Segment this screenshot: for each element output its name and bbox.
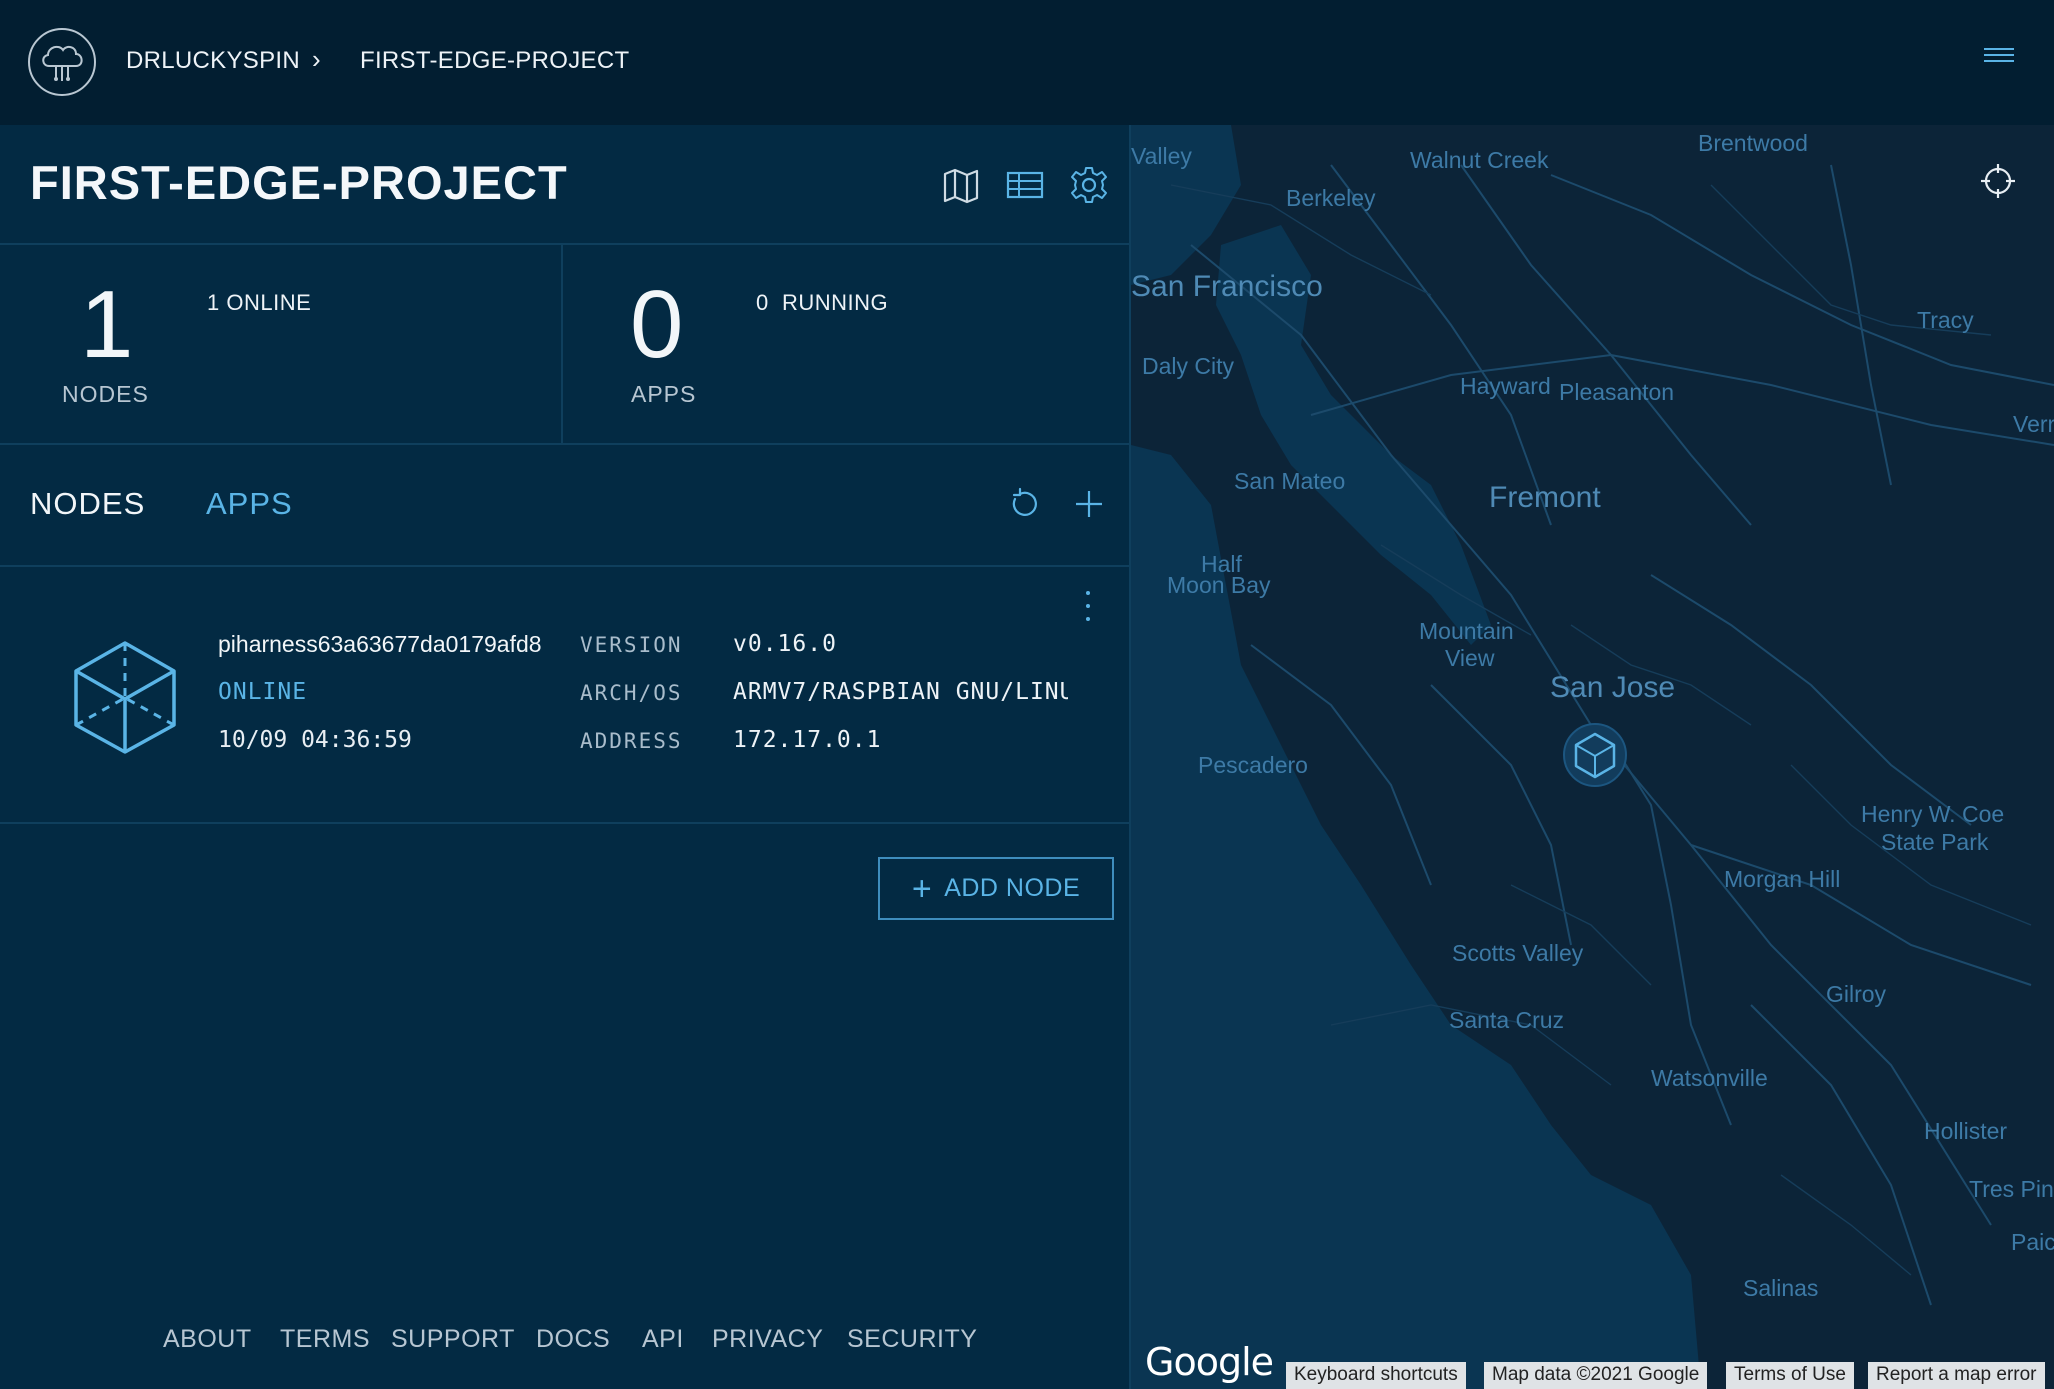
map-label: Verr	[2013, 411, 2054, 437]
address-value: 172.17.0.1	[733, 727, 882, 753]
node-name[interactable]: piharness63a63677da0179afd8	[218, 631, 548, 658]
breadcrumb-org[interactable]: DRLUCKYSPIN	[126, 47, 300, 75]
arch-value: ARMV7/RASPBIAN GNU/LINUX	[733, 679, 1068, 705]
add-node-label: ADD NODE	[944, 874, 1081, 902]
footer-link-terms[interactable]: TERMS	[280, 1325, 370, 1354]
footer-link-support[interactable]: SUPPORT	[391, 1325, 515, 1354]
more-options-icon[interactable]	[1080, 591, 1096, 621]
divider	[0, 443, 1130, 445]
arch-key: ARCH/OS	[580, 681, 683, 705]
map-label: Pleasanton	[1559, 379, 1675, 405]
top-bar: DRLUCKYSPIN › FIRST-EDGE-PROJECT	[0, 0, 2054, 125]
map-label: Gilroy	[1826, 981, 1887, 1007]
node-cube-icon	[70, 639, 180, 754]
divider	[0, 243, 1130, 245]
nodes-count: 1	[80, 271, 134, 378]
map-label: Scotts Valley	[1452, 940, 1584, 966]
map-label: Moon Bay	[1167, 572, 1271, 598]
map-label: Tracy	[1917, 307, 1974, 333]
address-key: ADDRESS	[580, 729, 683, 753]
map-label: Berkeley	[1286, 185, 1376, 211]
apps-count-label: APPS	[631, 381, 697, 407]
add-node-button[interactable]: + ADD NODE	[878, 857, 1114, 920]
map-label: View	[1445, 645, 1495, 671]
map-label: Valley	[1131, 143, 1192, 169]
tab-nodes[interactable]: NODES	[30, 486, 145, 522]
node-list-item[interactable]: piharness63a63677da0179afd8 ONLINE 10/09…	[0, 567, 1130, 822]
map-report-error-link[interactable]: Report a map error	[1868, 1362, 2045, 1389]
footer-link-privacy[interactable]: PRIVACY	[712, 1325, 823, 1354]
stat-divider	[561, 245, 563, 443]
footer-link-docs[interactable]: DOCS	[536, 1325, 610, 1354]
footer-link-security[interactable]: SECURITY	[847, 1325, 977, 1354]
map-label: San Francisco	[1131, 270, 1323, 303]
version-key: VERSION	[580, 633, 683, 657]
breadcrumb-project[interactable]: FIRST-EDGE-PROJECT	[360, 47, 629, 75]
locate-crosshair-icon[interactable]	[1980, 163, 2016, 199]
map-label: Tres Pin	[1969, 1176, 2054, 1202]
nodes-online-status: 1 ONLINE	[207, 290, 312, 315]
apps-running-status: 0 RUNNING	[756, 290, 889, 315]
map-view-icon[interactable]	[941, 165, 981, 205]
map-label: Fremont	[1489, 481, 1601, 514]
plus-icon: +	[911, 869, 933, 908]
map-label: Watsonville	[1651, 1065, 1768, 1091]
cloud-logo-icon[interactable]	[28, 28, 96, 96]
map-label: San Mateo	[1234, 468, 1346, 494]
map-label: Santa Cruz	[1449, 1007, 1565, 1033]
map-label: Henry W. Coe	[1861, 801, 2005, 827]
map-label: Hollister	[1924, 1118, 2008, 1144]
map-label: Mountain	[1419, 618, 1514, 644]
apps-count: 0	[630, 271, 684, 378]
hamburger-menu-icon[interactable]	[1984, 48, 2014, 64]
refresh-icon[interactable]	[1006, 486, 1042, 522]
map-node-marker-icon[interactable]	[1562, 722, 1628, 788]
divider	[0, 822, 1130, 824]
version-value: v0.16.0	[733, 631, 837, 657]
map-label: Hayward	[1460, 373, 1551, 399]
footer-link-api[interactable]: API	[642, 1325, 684, 1354]
table-view-icon[interactable]	[1005, 165, 1045, 205]
map-label: Morgan Hill	[1724, 866, 1841, 892]
tab-apps[interactable]: APPS	[206, 486, 293, 522]
map-label: Pescadero	[1198, 752, 1308, 778]
map-label: Walnut Creek	[1410, 147, 1549, 173]
map-label: Salinas	[1743, 1275, 1819, 1301]
nodes-count-label: NODES	[62, 381, 149, 407]
breadcrumb-chevron-icon: ›	[312, 44, 321, 74]
add-icon[interactable]	[1071, 486, 1107, 522]
map-label: San Jose	[1550, 671, 1676, 704]
map-label: Paic	[2011, 1229, 2054, 1255]
google-logo[interactable]: Google	[1145, 1340, 1274, 1384]
map-label: State Park	[1881, 829, 1989, 855]
map-label: Daly City	[1142, 353, 1235, 379]
node-status: ONLINE	[218, 679, 308, 705]
page-title: FIRST-EDGE-PROJECT	[30, 156, 568, 209]
map-label: Brentwood	[1698, 130, 1808, 156]
gear-icon[interactable]	[1069, 165, 1109, 205]
map-terms-link[interactable]: Terms of Use	[1726, 1362, 1854, 1389]
map-keyboard-shortcuts-link[interactable]: Keyboard shortcuts	[1286, 1362, 1466, 1389]
footer-link-about[interactable]: ABOUT	[163, 1325, 252, 1354]
node-timestamp: 10/09 04:36:59	[218, 727, 412, 753]
map-data-attribution[interactable]: Map data ©2021 Google	[1484, 1362, 1708, 1389]
